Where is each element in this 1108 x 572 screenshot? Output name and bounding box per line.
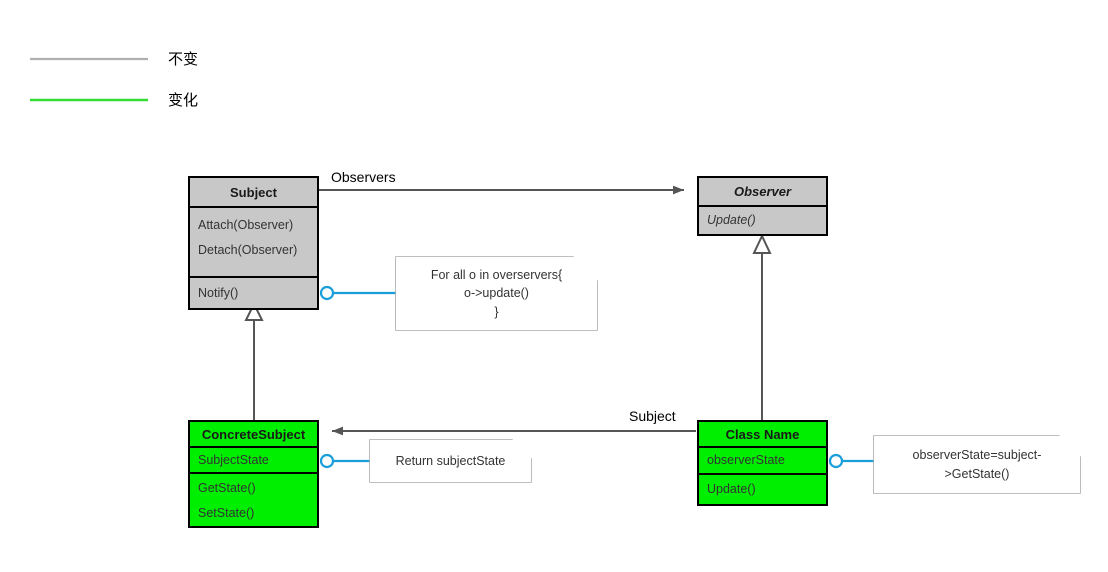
class-title-concreteobserver: Class Name	[725, 426, 800, 442]
class-title-compartment-concreteobserver: Class Name	[699, 422, 826, 446]
class-operation-update-abstract: Update()	[707, 213, 756, 228]
legend-label-unchanged: 不变	[168, 51, 199, 68]
class-operation-update: Update()	[707, 482, 756, 497]
class-operation-setstate: SetState()	[198, 505, 255, 520]
class-attributes-compartment-concreteobserver: observerState	[699, 446, 826, 473]
class-member-detach: Detach(Observer)	[198, 242, 298, 257]
class-box-concreteobserver[interactable]: Class Name observerState Update()	[697, 420, 828, 506]
connector-dot-notify	[319, 285, 335, 301]
note-update: observerState=subject- >GetState()	[874, 436, 1080, 493]
class-box-subject[interactable]: Subject Attach(Observer) Detach(Observer…	[188, 176, 319, 310]
class-operation-notify: Notify()	[198, 285, 239, 300]
class-title-observer: Observer	[733, 184, 792, 199]
note-getstate: Return subjectState	[370, 440, 531, 482]
connector-dot-subjectstate	[319, 453, 335, 469]
class-operation-getstate: GetState()	[198, 481, 256, 495]
class-box-observer[interactable]: Observer Update()	[697, 176, 828, 236]
edge-label-observers: Observers	[331, 169, 396, 185]
class-members-compartment-observer: Update()	[699, 205, 826, 234]
class-attribute-observerstate: observerState	[707, 453, 785, 468]
class-attribute-subjectstate: SubjectState	[198, 452, 269, 467]
class-title-subject: Subject	[230, 184, 277, 200]
connector-dot-observerstate	[828, 453, 844, 469]
class-title-compartment-concretesubject: ConcreteSubject	[190, 422, 317, 446]
class-member-attach: Attach(Observer)	[198, 218, 294, 232]
class-operations-compartment-concreteobserver: Update()	[699, 473, 826, 504]
note-notify: For all o in overservers{ o->update() }	[396, 257, 597, 330]
class-title-concretesubject: ConcreteSubject	[201, 426, 306, 442]
inherit-triangle-observer	[752, 233, 772, 254]
class-members-compartment-subject: Attach(Observer) Detach(Observer)	[190, 206, 317, 276]
class-operations-compartment-concretesubject: GetState() SetState()	[190, 472, 317, 526]
class-operations-compartment-subject: Notify()	[190, 276, 317, 308]
class-box-concretesubject[interactable]: ConcreteSubject SubjectState GetState() …	[188, 420, 319, 528]
legend-label-changed: 变化	[168, 92, 199, 109]
edge-label-subject: Subject	[629, 408, 676, 424]
class-attributes-compartment-concretesubject: SubjectState	[190, 446, 317, 472]
class-title-compartment-subject: Subject	[190, 178, 317, 206]
class-title-compartment-observer: Observer	[699, 178, 826, 205]
